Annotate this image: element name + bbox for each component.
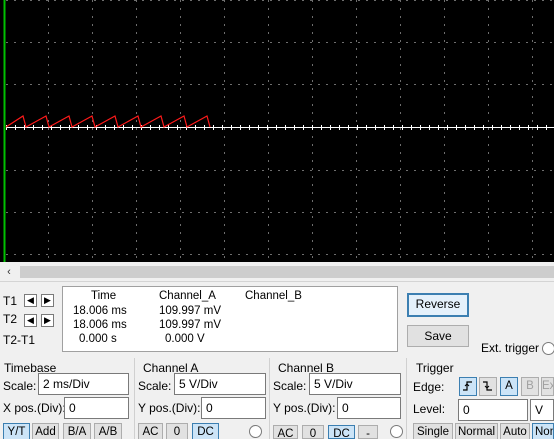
oscilloscope-display (0, 0, 554, 262)
trigger-level-label: Level: (413, 402, 446, 416)
trigger-source-b-button[interactable]: B (521, 377, 539, 396)
channel-a-scale-label: Scale: (138, 379, 172, 393)
t1-label: T1 (3, 294, 18, 308)
trigger-title: Trigger (416, 361, 454, 375)
trigger-level-unit[interactable]: V (530, 399, 554, 421)
channel-b-ac-button[interactable]: AC (273, 425, 298, 439)
scroll-left-icon[interactable]: ‹ (2, 265, 16, 279)
trigger-level-input[interactable]: 0 (458, 399, 528, 421)
xpos-label: X pos.(Div): (3, 401, 66, 415)
rising-edge-icon[interactable] (459, 377, 477, 396)
readout-diff-channel-a: 0.000 V (165, 333, 205, 345)
readout-header-channel-b: Channel_B (245, 290, 302, 302)
trigger-normal-button[interactable]: Normal (455, 423, 498, 439)
channel-a-scale-input[interactable]: 5 V/Div (174, 373, 266, 395)
timebase-scale-input[interactable]: 2 ms/Div (38, 373, 129, 395)
mode-ab-button[interactable]: A/B (94, 423, 122, 439)
mode-yt-button[interactable]: Y/T (3, 423, 30, 439)
readout-diff-time: 0.000 s (79, 333, 117, 345)
readout-t1-channel-a: 109.997 mV (159, 305, 222, 317)
channel-b-scale-label: Scale: (273, 379, 307, 393)
channel-a-trace (5, 115, 211, 128)
t2-right-arrow-icon[interactable]: ▶ (41, 314, 54, 327)
readout-t2-time: 18.006 ms (73, 319, 127, 331)
divider (134, 358, 135, 439)
channel-b-scale-input[interactable]: 5 V/Div (309, 373, 401, 395)
divider (406, 358, 407, 439)
readout-header-channel-a: Channel_A (159, 290, 216, 302)
save-button[interactable]: Save (407, 325, 469, 347)
trigger-source-ext-button[interactable]: Ext (541, 377, 554, 396)
scope-graticule (3, 0, 554, 262)
channel-b-zero-button[interactable]: 0 (302, 425, 324, 439)
trigger-single-button[interactable]: Single (413, 423, 453, 439)
channel-a-radio[interactable] (249, 425, 262, 438)
channel-a-zero-button[interactable]: 0 (166, 423, 188, 439)
trigger-auto-button[interactable]: Auto (500, 423, 530, 439)
t2-label: T2 (3, 312, 18, 326)
reverse-button[interactable]: Reverse (407, 293, 469, 317)
t1-right-arrow-icon[interactable]: ▶ (41, 294, 54, 307)
trigger-source-a-button[interactable]: A (500, 377, 518, 396)
channel-a-ypos-input[interactable]: 0 (201, 397, 266, 419)
readout-t2-channel-a: 109.997 mV (159, 319, 222, 331)
mode-add-button[interactable]: Add (32, 423, 59, 439)
channel-b-dc-button[interactable]: DC (328, 425, 355, 439)
trigger-none-button[interactable]: None (532, 423, 554, 439)
divider (269, 358, 270, 439)
ext-trigger-radio[interactable] (542, 342, 554, 355)
t1-left-arrow-icon[interactable]: ◀ (24, 294, 37, 307)
measurement-readout: Time Channel_A Channel_B 18.006 ms 109.9… (62, 286, 398, 352)
channel-a-ac-button[interactable]: AC (138, 423, 163, 439)
channel-b-minus-button[interactable]: - (358, 425, 378, 439)
timebase-scale-label: Scale: (3, 379, 37, 393)
mode-ba-button[interactable]: B/A (63, 423, 91, 439)
horizontal-scrollbar[interactable]: ‹ (0, 262, 554, 282)
t2-left-arrow-icon[interactable]: ◀ (24, 314, 37, 327)
readout-t1-time: 18.006 ms (73, 305, 127, 317)
channel-b-ypos-input[interactable]: 0 (337, 397, 401, 419)
channel-a-dc-button[interactable]: DC (192, 423, 219, 439)
t2-t1-label: T2-T1 (3, 333, 36, 347)
channel-a-ypos-label: Y pos.(Div): (138, 401, 201, 415)
xpos-input[interactable]: 0 (64, 397, 129, 419)
channel-b-ypos-label: Y pos.(Div): (273, 401, 336, 415)
falling-edge-icon[interactable] (479, 377, 497, 396)
channel-b-radio[interactable] (390, 425, 403, 438)
readout-header-time: Time (91, 290, 117, 302)
trigger-edge-label: Edge: (413, 380, 445, 394)
ext-trigger-label: Ext. trigger (481, 341, 540, 355)
scroll-thumb[interactable] (20, 266, 554, 278)
